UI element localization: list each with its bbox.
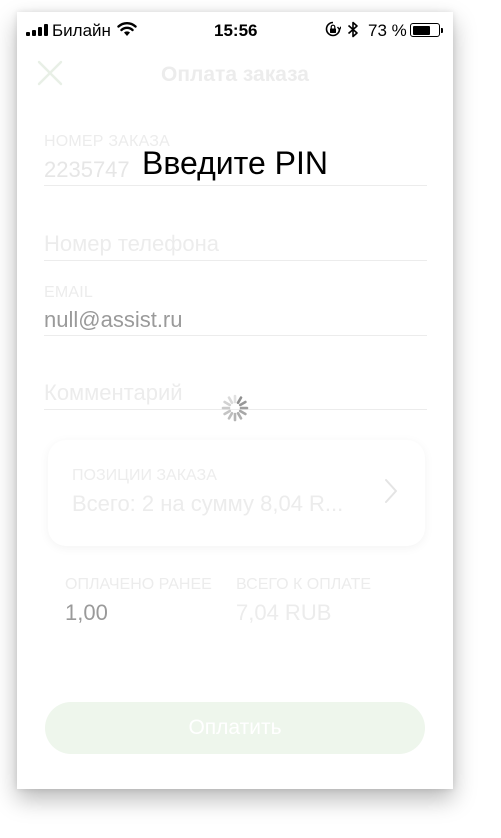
spinner-spoke bbox=[223, 400, 232, 407]
spinner-spoke bbox=[236, 411, 243, 420]
spinner-spoke bbox=[238, 409, 247, 416]
page-title: Оплата заказа bbox=[161, 63, 309, 86]
spinner-spoke bbox=[238, 400, 247, 407]
divider bbox=[44, 335, 427, 336]
pin-prompt: Введите PIN bbox=[142, 145, 328, 181]
wifi-icon bbox=[117, 21, 137, 42]
battery-percent: 73 % bbox=[368, 21, 407, 40]
spinner-spoke bbox=[236, 396, 243, 405]
spinner-spoke bbox=[227, 396, 234, 405]
email-label: EMAIL bbox=[44, 284, 94, 301]
bluetooth-icon bbox=[347, 21, 359, 43]
total-value: 7,04 RUB bbox=[236, 600, 332, 625]
status-time: 15:56 bbox=[214, 21, 258, 40]
pay-button[interactable]: Оплатить bbox=[45, 702, 425, 754]
rotation-lock-icon bbox=[325, 21, 342, 42]
battery-tip bbox=[441, 28, 443, 33]
signal-icon bbox=[26, 24, 48, 36]
email-field[interactable]: null@assist.ru bbox=[44, 307, 183, 333]
order-items-label: ПОЗИЦИИ ЗАКАЗА bbox=[72, 467, 217, 484]
comment-input[interactable]: Комментарий bbox=[44, 380, 183, 406]
spinner-spoke bbox=[227, 411, 234, 420]
phone-screen: Билайн 15:56 73 % Оплата заказа НОМЕР ЗА… bbox=[17, 12, 453, 789]
status-bar: Билайн 15:56 73 % bbox=[17, 12, 453, 48]
phone-input[interactable]: Номер телефона bbox=[44, 231, 219, 257]
carrier-name: Билайн bbox=[52, 21, 111, 40]
spinner-spoke bbox=[223, 409, 232, 416]
battery-fill bbox=[412, 25, 431, 35]
divider bbox=[44, 260, 427, 261]
order-items-card[interactable]: ПОЗИЦИИ ЗАКАЗА Всего: 2 на сумму 8,04 R.… bbox=[48, 440, 425, 546]
total-label: ВСЕГО К ОПЛАТЕ bbox=[236, 576, 372, 593]
order-items-summary: Всего: 2 на сумму 8,04 R... bbox=[72, 491, 344, 516]
battery-icon bbox=[410, 23, 440, 37]
paid-label: ОПЛАЧЕНО РАНЕЕ bbox=[65, 576, 212, 593]
divider bbox=[44, 185, 427, 186]
spinner-icon bbox=[219, 392, 251, 429]
paid-value: 1,00 bbox=[65, 600, 108, 625]
chevron-right-icon bbox=[384, 478, 398, 509]
